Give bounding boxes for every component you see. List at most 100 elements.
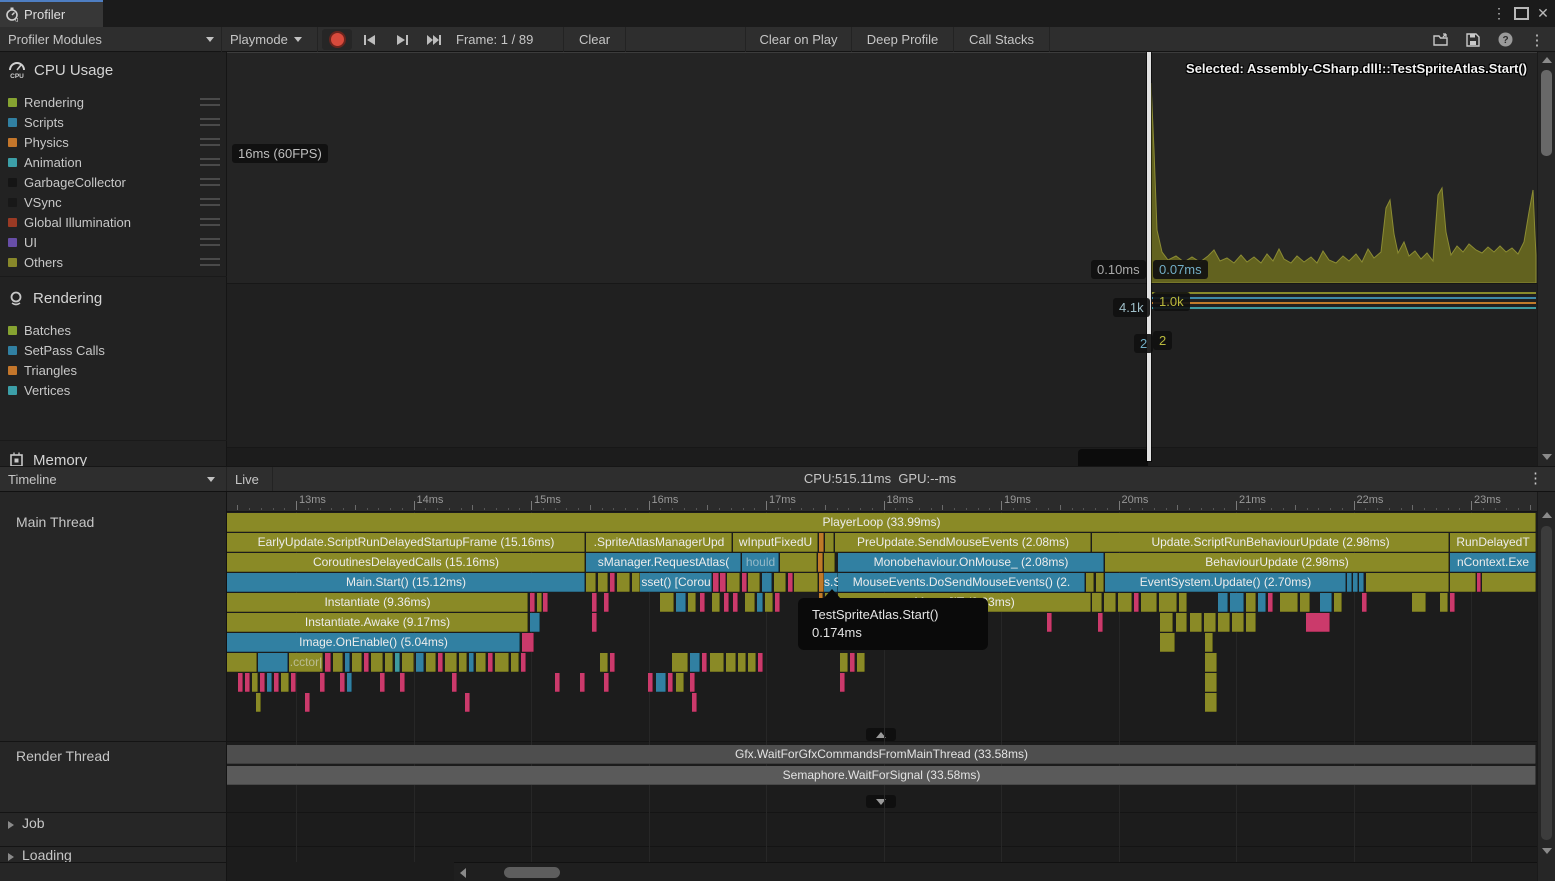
flame-bar[interactable]: PreUpdate.SendMouseEvents (2.08ms) <box>835 533 1091 552</box>
last-frame-button[interactable] <box>420 29 448 50</box>
flame-bar[interactable]: BehaviourUpdate (2.98ms) <box>1105 553 1449 572</box>
flame-bar[interactable]: .cctor| <box>289 653 323 672</box>
flame-bar[interactable] <box>713 573 719 592</box>
drag-handle-icon[interactable] <box>200 138 220 146</box>
flame-bar[interactable]: CoroutinesDelayedCalls (15.16ms) <box>227 553 585 572</box>
cpu-usage-chart[interactable]: 16ms (60FPS) Selected: Assembly-CSharp.d… <box>227 52 1537 284</box>
job-thread-label[interactable]: Job <box>22 815 45 831</box>
scroll-left-icon[interactable] <box>460 868 466 878</box>
flame-bar[interactable] <box>1190 613 1202 632</box>
drag-handle-icon[interactable] <box>200 118 220 126</box>
flame-bar[interactable] <box>702 653 707 672</box>
flame-bar[interactable] <box>256 693 261 712</box>
flame-bar[interactable] <box>1205 673 1217 692</box>
flame-bar[interactable] <box>1086 573 1094 592</box>
flame-bar[interactable]: RunDelayedT <box>1450 533 1536 552</box>
legend-item-global-illumination[interactable]: Global Illumination <box>8 212 220 232</box>
flame-bar[interactable] <box>345 653 350 672</box>
flame-bar[interactable] <box>1258 593 1266 612</box>
flame-bar[interactable] <box>402 653 414 672</box>
flame-bar[interactable] <box>586 573 596 592</box>
flame-bar[interactable]: nContext.Exe <box>1450 553 1536 572</box>
flame-bar[interactable] <box>676 593 686 612</box>
time-ruler[interactable]: 13ms 14ms 15ms 16ms 17ms 18ms 19ms 20ms 21ms 22ms… <box>227 492 1537 512</box>
flame-bar[interactable] <box>1160 633 1175 652</box>
flame-bar[interactable] <box>1450 593 1455 612</box>
flame-bar[interactable] <box>850 653 855 672</box>
flame-bar[interactable] <box>1268 593 1273 612</box>
flame-bar[interactable]: Instantiate (9.36ms) <box>227 593 528 612</box>
legend-item-rendering[interactable]: Rendering <box>8 92 220 112</box>
flame-bar[interactable] <box>1118 593 1132 612</box>
flame-bar[interactable] <box>676 673 684 692</box>
flame-bar[interactable] <box>742 573 747 592</box>
flame-bar[interactable] <box>690 653 700 672</box>
flame-bar[interactable] <box>476 653 486 672</box>
scrollbar-thumb[interactable] <box>504 867 560 878</box>
window-menu-icon[interactable]: ⋮ <box>1490 4 1508 22</box>
flame-bar[interactable] <box>320 673 325 692</box>
legend-item-setpass-calls[interactable]: SetPass Calls <box>8 340 220 360</box>
legend-item-vertices[interactable]: Vertices <box>8 380 220 400</box>
scrollbar-thumb[interactable] <box>1541 70 1552 156</box>
next-frame-button[interactable] <box>388 29 416 50</box>
flame-bar[interactable] <box>258 653 288 672</box>
flame-bar[interactable] <box>530 613 540 632</box>
flame-bar[interactable] <box>738 653 746 672</box>
flame-bar[interactable]: Gfx.WaitForGfxCommandsFromMainThread (33… <box>227 745 1536 764</box>
drag-handle-icon[interactable] <box>200 98 220 106</box>
flame-bar[interactable] <box>1306 613 1330 632</box>
horizontal-scrollbar[interactable] <box>454 862 1537 881</box>
tab-profiler[interactable]: q Profiler <box>0 0 103 27</box>
flame-bar[interactable] <box>340 673 345 692</box>
flame-bar[interactable] <box>1353 573 1358 592</box>
flame-bar[interactable] <box>733 593 738 612</box>
timeline-flame-graph[interactable]: 13ms 14ms 15ms 16ms 17ms 18ms 19ms 20ms 21ms 22ms… <box>227 492 1537 881</box>
flame-bar[interactable] <box>1334 593 1342 612</box>
drag-handle-icon[interactable] <box>200 158 220 166</box>
flame-bar[interactable]: Instantiate.Awake (9.17ms) <box>227 613 528 632</box>
memory-chart-strip[interactable] <box>227 447 1537 466</box>
scroll-up-icon[interactable] <box>1542 512 1552 518</box>
flame-bar[interactable] <box>465 693 470 712</box>
flame-bar[interactable] <box>459 653 467 672</box>
drag-handle-icon[interactable] <box>200 238 220 246</box>
flame-bar[interactable] <box>794 573 818 592</box>
flame-bar[interactable] <box>1205 633 1213 652</box>
flame-bar[interactable] <box>825 533 834 552</box>
flame-bar[interactable] <box>774 573 786 592</box>
flame-bar[interactable] <box>580 673 585 692</box>
chart-area[interactable]: 16ms (60FPS) Selected: Assembly-CSharp.d… <box>227 52 1537 466</box>
flame-bar[interactable] <box>1246 593 1256 612</box>
flame-bar[interactable] <box>371 653 383 672</box>
flame-bar[interactable]: Update.ScriptRunBehaviourUpdate (2.98ms) <box>1092 533 1449 552</box>
loading-thread-label[interactable]: Loading <box>22 847 72 863</box>
drag-handle-icon[interactable] <box>200 178 220 186</box>
record-button[interactable] <box>322 29 352 50</box>
flame-bar[interactable] <box>840 673 845 692</box>
flame-bar[interactable] <box>1362 593 1367 612</box>
flame-bar[interactable]: MouseEvents.DoSendMouseEvents() (2. <box>838 573 1085 592</box>
flame-bar[interactable] <box>416 653 424 672</box>
flame-bar[interactable] <box>1232 613 1244 632</box>
flame-bar[interactable] <box>1347 573 1352 592</box>
flame-bar[interactable] <box>592 593 597 612</box>
legend-item-physics[interactable]: Physics <box>8 132 220 152</box>
flame-bar[interactable] <box>1482 573 1536 592</box>
flame-bar[interactable] <box>1204 613 1216 632</box>
flame-bar[interactable]: .SpriteAtlasManagerUpd <box>586 533 732 552</box>
collapse-up-button[interactable] <box>866 728 896 741</box>
live-button[interactable]: Live <box>227 467 273 491</box>
flame-bar[interactable] <box>1230 593 1244 612</box>
flame-bar[interactable] <box>610 573 615 592</box>
flame-bar[interactable] <box>380 673 385 692</box>
flame-bar[interactable] <box>291 673 296 692</box>
flame-bar[interactable] <box>521 653 526 672</box>
flame-bar[interactable] <box>818 553 823 572</box>
flame-bar[interactable] <box>632 573 640 592</box>
flame-bar[interactable] <box>495 653 509 672</box>
clear-button[interactable]: Clear <box>564 27 626 52</box>
flame-bar[interactable] <box>238 673 243 692</box>
flame-bar[interactable]: PlayerLoop (33.99ms) <box>227 513 1536 532</box>
load-profile-button[interactable] <box>1428 29 1454 50</box>
